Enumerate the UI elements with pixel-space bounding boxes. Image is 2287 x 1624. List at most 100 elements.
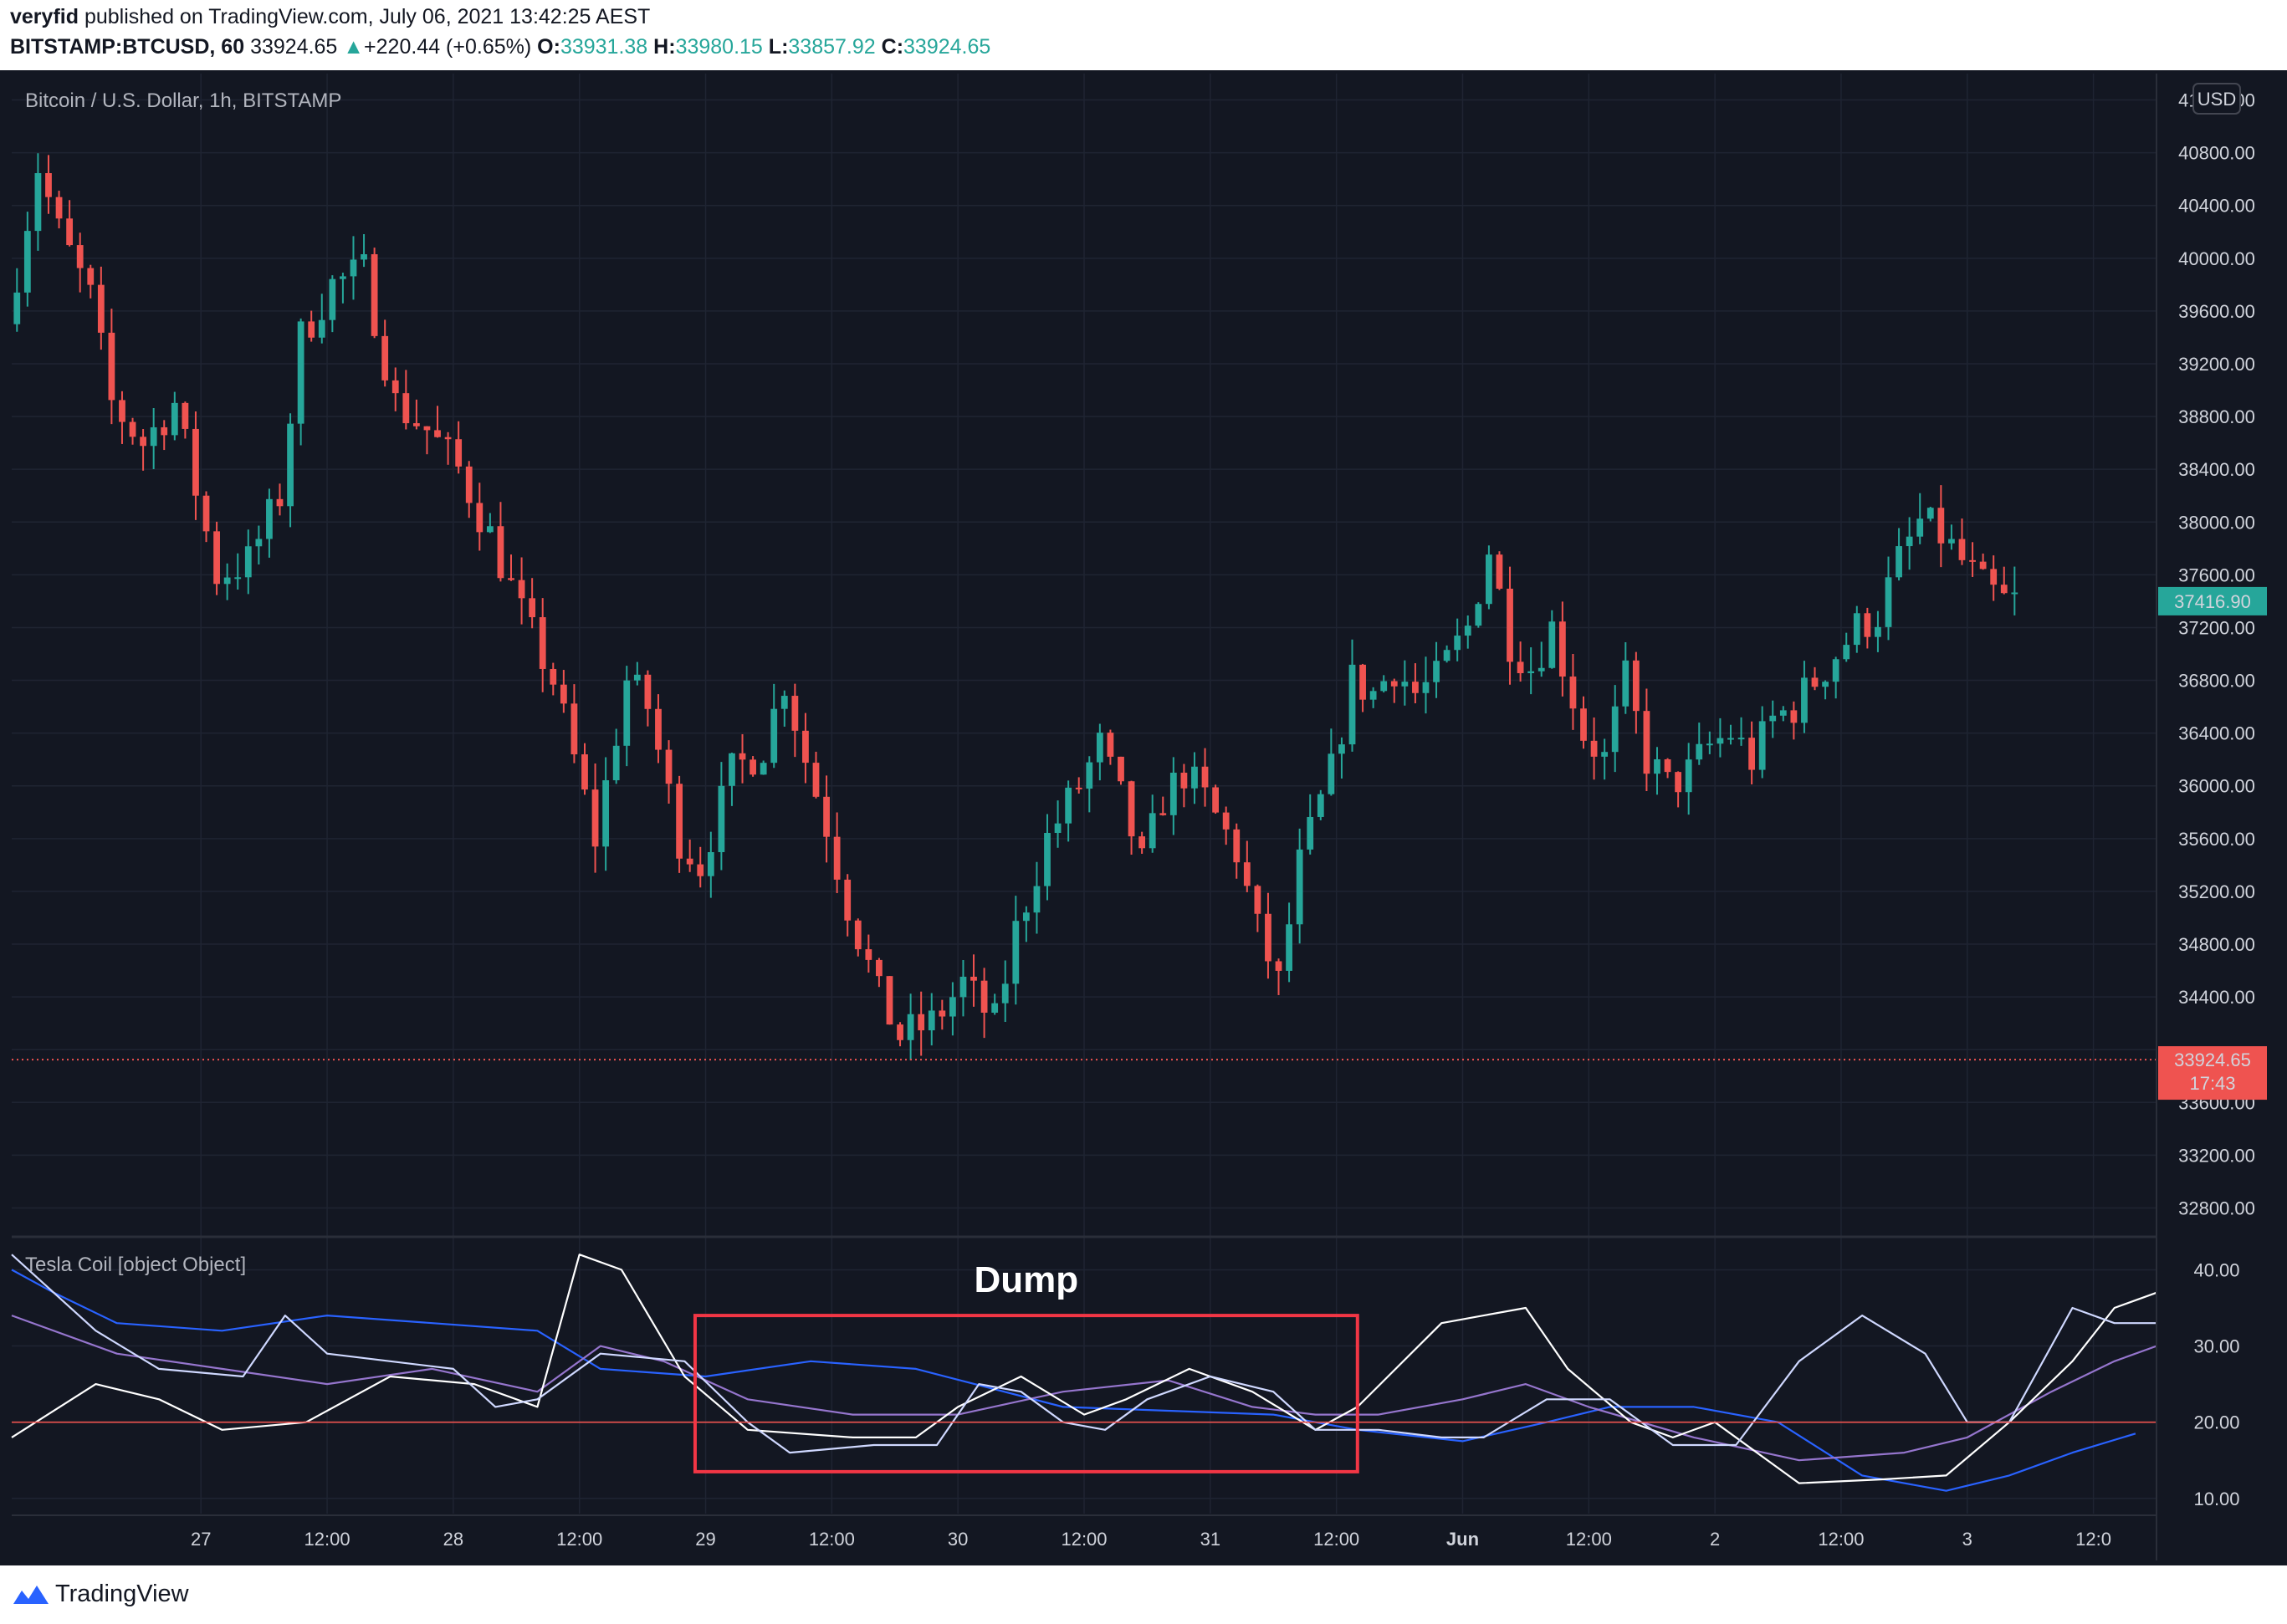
- candle-body: [1758, 721, 1766, 770]
- oscillator-tick-label: 30.00: [2193, 1336, 2239, 1357]
- candle-body: [718, 785, 725, 852]
- oscillator-tick-label: 20.00: [2193, 1412, 2239, 1433]
- time-tick-label: 12:00: [1313, 1529, 1359, 1550]
- candle-body: [1485, 554, 1492, 605]
- candle-body: [1611, 706, 1619, 753]
- candle-body: [1790, 710, 1798, 723]
- price-change: +220.44 (+0.65%): [364, 35, 532, 59]
- candle-body: [244, 546, 252, 578]
- candle-body: [23, 231, 31, 293]
- candle-body: [1086, 762, 1093, 789]
- up-arrow-icon: ▲: [343, 35, 365, 59]
- candle-body: [1632, 660, 1640, 712]
- candle: [1485, 545, 1492, 610]
- candle-body: [729, 753, 735, 786]
- candle-body: [150, 426, 157, 447]
- chart-area[interactable]: Dump 32800.0033200.0033600.0034400.00348…: [0, 70, 2287, 1565]
- candle-body: [655, 708, 662, 750]
- candle-body: [340, 276, 346, 279]
- open-label: O:: [537, 35, 560, 59]
- candle-body: [2011, 592, 2018, 595]
- candle-body: [213, 531, 220, 585]
- candle-body: [1044, 832, 1051, 886]
- price-tick-label: 35200.00: [2178, 881, 2255, 902]
- candle-body: [907, 1014, 914, 1040]
- dump-annotation-label: Dump: [975, 1259, 1079, 1300]
- candle-body: [1937, 508, 1945, 544]
- candle-body: [1916, 518, 1924, 537]
- candle-body: [171, 402, 178, 436]
- price-tick-label: 34400.00: [2178, 987, 2255, 1008]
- candle-body: [276, 498, 284, 507]
- candle-body: [1558, 621, 1566, 677]
- candle: [1212, 784, 1220, 815]
- candle-body: [1169, 772, 1177, 815]
- price-tag: 33924.65 17:43: [2158, 1046, 2267, 1101]
- candle-body: [1401, 682, 1409, 687]
- candle-body: [223, 577, 231, 585]
- candle-body: [823, 796, 830, 837]
- price-tick-label: 35600.00: [2178, 829, 2255, 850]
- candle: [1317, 789, 1324, 820]
- candle-body: [1390, 681, 1398, 687]
- time-tick-label: 12:00: [1818, 1529, 1864, 1550]
- high-value: 33980.15: [675, 35, 763, 59]
- candle-body: [1926, 508, 1934, 519]
- candle-body: [1033, 886, 1041, 913]
- candle-body: [1507, 588, 1513, 662]
- candle: [371, 248, 378, 339]
- candle-body: [1727, 738, 1734, 740]
- candle-body: [45, 173, 52, 197]
- candle-body: [780, 696, 788, 709]
- candle-body: [1412, 682, 1419, 693]
- candle: [1118, 756, 1124, 785]
- candle-body: [865, 949, 872, 960]
- candle-body: [791, 696, 799, 731]
- candle-body: [361, 254, 367, 260]
- last-tag-value: 37416.90: [2174, 591, 2251, 612]
- candle-body: [550, 668, 557, 685]
- tradingview-brand[interactable]: TradingView: [55, 1581, 189, 1608]
- candle-body: [897, 1024, 903, 1040]
- candle-body: [455, 439, 463, 467]
- candle-body: [1517, 661, 1524, 673]
- candle-body: [612, 745, 620, 781]
- candle-body: [560, 684, 567, 704]
- high-label: H:: [653, 35, 676, 59]
- candle-body: [644, 674, 652, 709]
- candle-body: [581, 754, 588, 790]
- close-value: 33924.65: [903, 35, 991, 59]
- candle-body: [1601, 752, 1609, 757]
- price-tick-label: 40400.00: [2178, 196, 2255, 217]
- candle-body: [119, 400, 125, 422]
- time-tick-label: 12:00: [304, 1529, 350, 1550]
- author-name[interactable]: veryfid: [10, 5, 79, 28]
- candle-body: [876, 959, 883, 977]
- price-tick-label: 39600.00: [2178, 301, 2255, 322]
- candle-body: [444, 437, 452, 440]
- candle-body: [412, 423, 420, 426]
- candle-body: [371, 254, 378, 336]
- candle-body: [1654, 759, 1660, 774]
- tradingview-logo-icon[interactable]: [12, 1582, 50, 1607]
- candle-body: [1885, 577, 1892, 627]
- candle-body: [391, 380, 399, 394]
- candle-body: [1948, 539, 1955, 544]
- candle-body: [739, 753, 746, 760]
- time-tick-label: 29: [695, 1529, 715, 1550]
- candle-body: [192, 428, 199, 496]
- candle-body: [1212, 787, 1220, 813]
- candle-body: [297, 321, 304, 424]
- currency-badge[interactable]: USD: [2192, 83, 2241, 115]
- candle-body: [1307, 816, 1314, 850]
- candle-body: [1906, 536, 1913, 547]
- candle-body: [486, 526, 494, 533]
- candle-body: [1180, 772, 1188, 789]
- candle-body: [1243, 862, 1251, 886]
- candle-body: [1054, 823, 1062, 833]
- candle-body: [1958, 539, 1966, 560]
- candle-body: [886, 976, 893, 1025]
- candle-body: [1969, 559, 1976, 562]
- candle-body: [1422, 682, 1430, 693]
- candle-body: [1254, 886, 1261, 914]
